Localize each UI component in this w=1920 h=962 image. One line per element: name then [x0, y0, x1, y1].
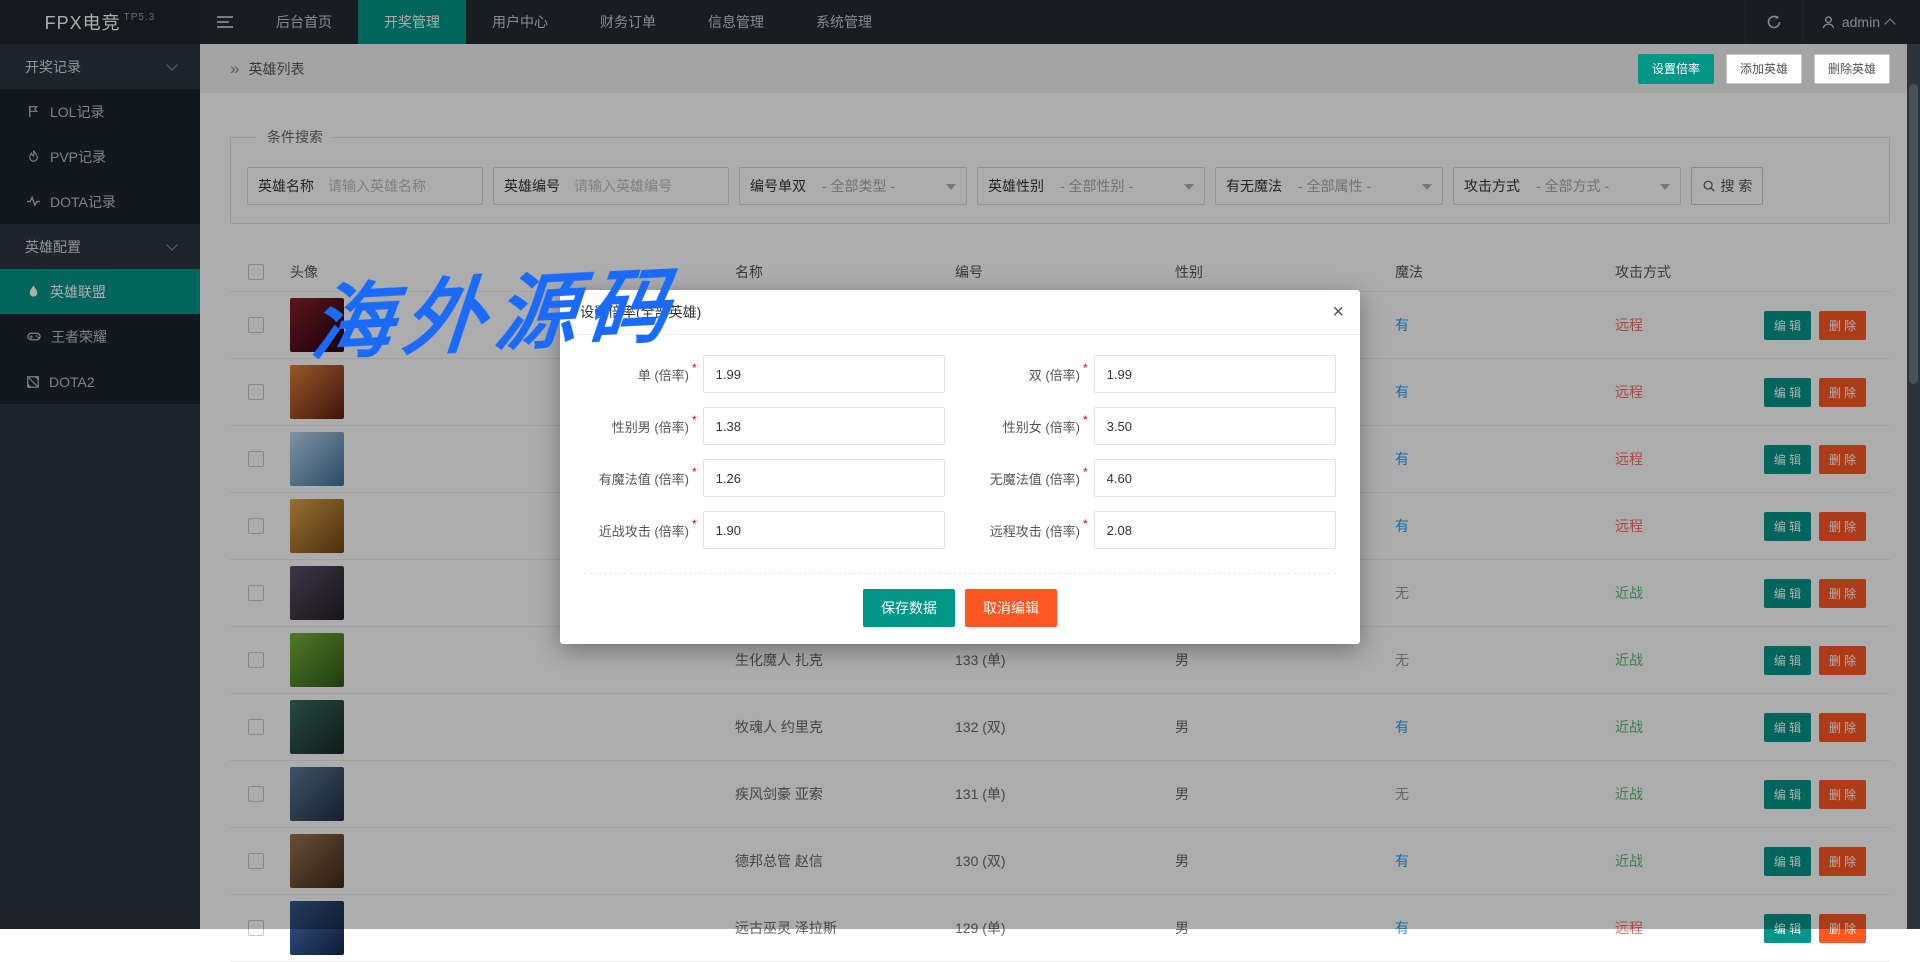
rate-field: 无魔法值 (倍率) * — [975, 459, 1336, 497]
required-asterisk: * — [692, 361, 697, 375]
rate-input[interactable] — [703, 407, 945, 445]
rate-input[interactable] — [703, 459, 945, 497]
set-rate-button[interactable]: 设置倍率 — [1638, 54, 1714, 84]
page-toolbar: 设置倍率 添加英雄 删除英雄 — [1638, 54, 1890, 84]
required-asterisk: * — [1083, 517, 1088, 531]
cancel-edit-button[interactable]: 取消编辑 — [965, 589, 1057, 627]
rate-input[interactable] — [1094, 511, 1336, 549]
required-asterisk: * — [1083, 361, 1088, 375]
add-hero-button[interactable]: 添加英雄 — [1726, 54, 1802, 84]
required-asterisk: * — [692, 517, 697, 531]
modal-title-bar: 设置倍率(全部英雄) × — [560, 290, 1360, 335]
required-asterisk: * — [1083, 465, 1088, 479]
scrollbar-thumb[interactable] — [1909, 84, 1918, 384]
rate-input[interactable] — [1094, 407, 1336, 445]
close-icon[interactable]: × — [1332, 290, 1344, 335]
set-rate-modal: 设置倍率(全部英雄) × 单 (倍率) * 双 (倍率) * 性别男 (倍率) … — [560, 290, 1360, 644]
delete-hero-button[interactable]: 删除英雄 — [1814, 54, 1890, 84]
rate-input[interactable] — [703, 355, 945, 393]
rate-input[interactable] — [1094, 459, 1336, 497]
required-asterisk: * — [1083, 413, 1088, 427]
rate-input[interactable] — [1094, 355, 1336, 393]
rate-field: 性别男 (倍率) * — [584, 407, 945, 445]
rate-field: 双 (倍率) * — [975, 355, 1336, 393]
rate-field: 单 (倍率) * — [584, 355, 945, 393]
save-data-button[interactable]: 保存数据 — [863, 589, 955, 627]
rate-input[interactable] — [703, 511, 945, 549]
modal-buttons: 保存数据 取消编辑 — [584, 574, 1336, 645]
rate-field: 近战攻击 (倍率) * — [584, 511, 945, 549]
rate-field: 远程攻击 (倍率) * — [975, 511, 1336, 549]
rate-field: 性别女 (倍率) * — [975, 407, 1336, 445]
required-asterisk: * — [692, 413, 697, 427]
required-asterisk: * — [692, 465, 697, 479]
modal-body: 单 (倍率) * 双 (倍率) * 性别男 (倍率) * 性别女 (倍率) * … — [560, 335, 1360, 645]
modal-title: 设置倍率(全部英雄) — [580, 304, 701, 320]
rate-field: 有魔法值 (倍率) * — [584, 459, 945, 497]
page-scrollbar[interactable] — [1907, 44, 1920, 929]
